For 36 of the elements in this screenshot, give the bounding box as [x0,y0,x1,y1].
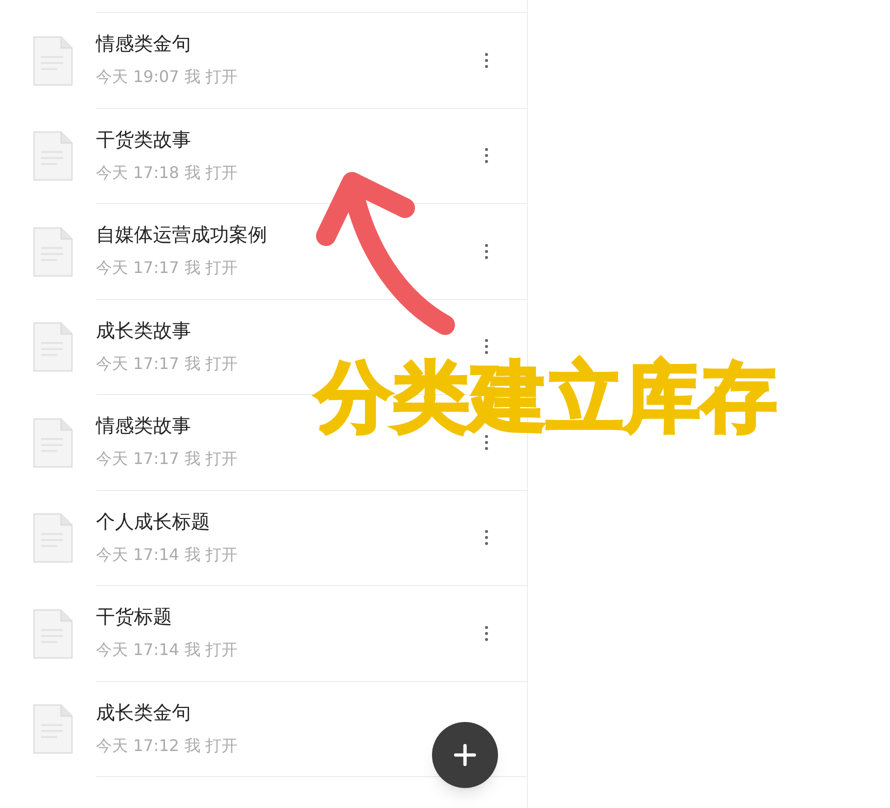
more-options-icon[interactable] [484,243,488,260]
file-row[interactable]: 干货类故事 今天 17:18 我 打开 [96,108,527,204]
document-icon [33,704,73,754]
file-title: 个人成长标题 [96,510,210,533]
more-options-icon[interactable] [484,52,488,68]
file-row[interactable]: 情感类金句 今天 19:07 我 打开 [96,13,527,108]
more-options-icon[interactable] [484,338,488,355]
file-meta: 今天 17:18 我 打开 [96,162,238,183]
document-icon [33,36,73,86]
file-meta: 今天 17:17 我 打开 [96,258,238,278]
file-meta: 今天 17:17 我 打开 [96,354,238,374]
file-meta: 今天 19:07 我 打开 [96,67,238,88]
file-row[interactable]: 干货标题 今天 17:14 我 打开 [96,586,527,682]
file-title: 情感类金句 [96,33,191,56]
document-icon [33,226,73,277]
more-options-icon[interactable] [484,148,488,164]
file-title: 干货标题 [96,606,172,628]
file-row[interactable]: 个人成长标题 今天 17:14 我 打开 [96,490,527,586]
document-icon [33,418,73,468]
file-title: 情感类故事 [96,415,191,438]
file-title: 干货类故事 [96,128,191,151]
file-title: 自媒体运营成功案例 [96,224,267,246]
file-meta: 今天 17:14 我 打开 [96,544,238,565]
document-icon [33,131,73,182]
file-title: 成长类金句 [96,702,191,724]
file-title: 成长类故事 [96,320,191,342]
file-row[interactable]: 自媒体运营成功案例 今天 17:17 我 打开 [96,204,527,300]
file-meta: 今天 17:12 我 打开 [96,736,238,756]
file-meta: 今天 17:14 我 打开 [96,640,238,660]
more-options-icon[interactable] [484,530,488,546]
document-icon [33,608,73,659]
more-options-icon[interactable] [484,625,488,642]
document-icon [33,513,73,564]
file-meta: 今天 17:17 我 打开 [96,449,238,470]
more-options-icon[interactable] [484,434,488,450]
document-icon [33,322,73,372]
